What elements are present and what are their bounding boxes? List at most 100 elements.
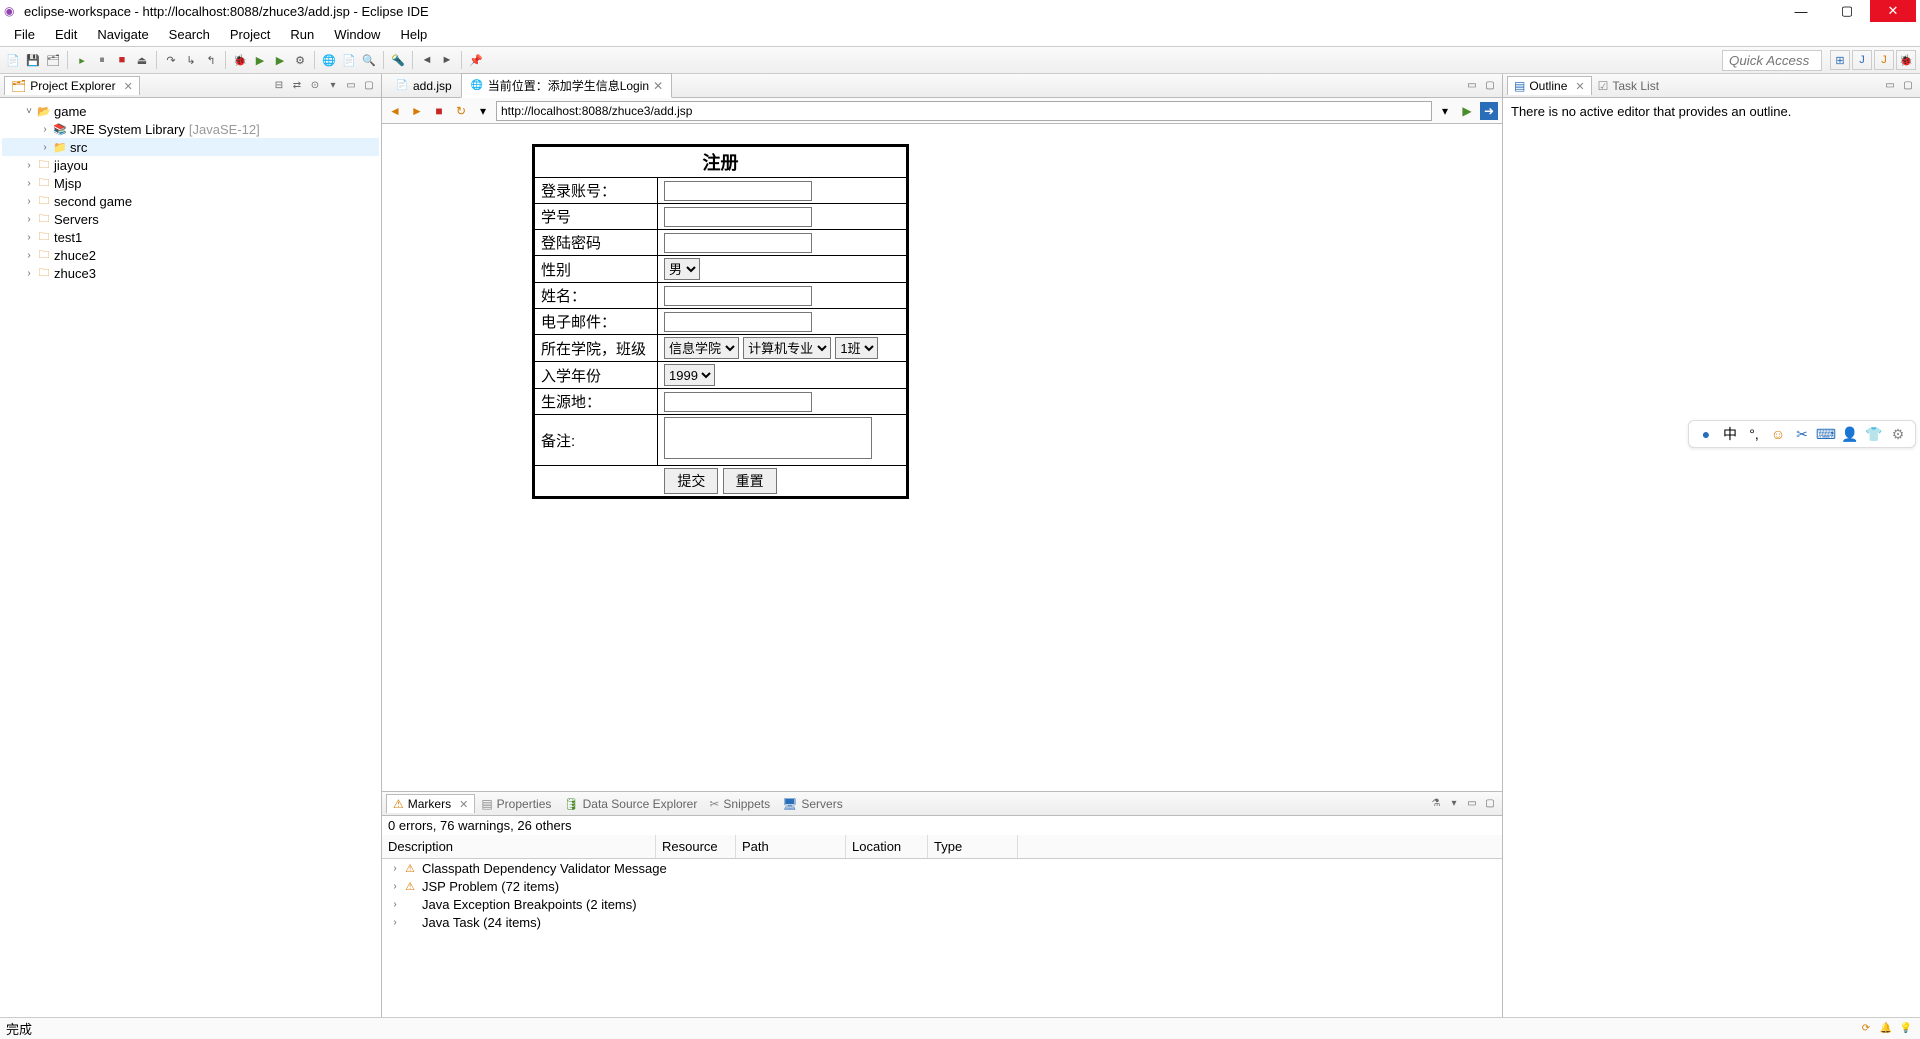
- input-8[interactable]: [664, 392, 812, 412]
- step-into-icon[interactable]: ↳: [182, 51, 200, 69]
- new-jsp-icon[interactable]: 📄: [340, 51, 358, 69]
- view-menu-icon[interactable]: ▾: [1446, 796, 1462, 812]
- menu-navigate[interactable]: Navigate: [87, 27, 158, 42]
- properties-tab[interactable]: ▤ Properties: [475, 795, 557, 813]
- step-over-icon[interactable]: ↷: [162, 51, 180, 69]
- tree-item-game[interactable]: ˅📂game: [2, 102, 379, 120]
- close-icon[interactable]: ✕: [1575, 80, 1584, 93]
- minimize-icon[interactable]: ▭: [1464, 78, 1480, 94]
- markers-col-type[interactable]: Type: [928, 835, 1018, 858]
- new-server-icon[interactable]: 🌐: [320, 51, 338, 69]
- stop-icon[interactable]: ■: [113, 51, 131, 69]
- browser-url-input[interactable]: [496, 101, 1432, 121]
- markers-item[interactable]: ›Java Task (24 items): [382, 913, 1502, 931]
- input-2[interactable]: [664, 233, 812, 253]
- minimize-icon[interactable]: ▭: [1882, 78, 1898, 94]
- close-icon[interactable]: ✕: [653, 79, 663, 93]
- menu-run[interactable]: Run: [280, 27, 324, 42]
- close-button[interactable]: ✕: [1870, 0, 1916, 22]
- tree-item-second-game[interactable]: ›🗀second game: [2, 192, 379, 210]
- menu-edit[interactable]: Edit: [45, 27, 87, 42]
- step-return-icon[interactable]: ↰: [202, 51, 220, 69]
- floating-toolbar[interactable]: ● 中 °, ☺ ✂ ⌨ 👤 👕 ⚙: [1688, 420, 1916, 448]
- select-6-1[interactable]: 计算机专业: [743, 337, 831, 359]
- project-explorer-tab[interactable]: 🗂 Project Explorer ✕: [4, 76, 140, 95]
- tree-item-src[interactable]: ›📁src: [2, 138, 379, 156]
- markers-item[interactable]: ›Java Exception Breakpoints (2 items): [382, 895, 1502, 913]
- link-editor-icon[interactable]: ⇄: [289, 78, 305, 94]
- browser-back-icon[interactable]: ◄: [386, 102, 404, 120]
- tree-item-Servers[interactable]: ›🗀Servers: [2, 210, 379, 228]
- browser-refresh-icon[interactable]: ↻: [452, 102, 470, 120]
- dock-shirt-icon[interactable]: 👕: [1865, 425, 1883, 443]
- maximize-button[interactable]: ▢: [1824, 0, 1870, 22]
- input-0[interactable]: [664, 181, 812, 201]
- focus-icon[interactable]: ⊙: [307, 78, 323, 94]
- select-6-2[interactable]: 1班: [835, 337, 878, 359]
- textarea-9[interactable]: [664, 417, 872, 459]
- view-menu-icon[interactable]: ▾: [325, 78, 341, 94]
- perspective-debug-icon[interactable]: 🐞: [1896, 50, 1916, 70]
- pin-icon[interactable]: 📌: [467, 51, 485, 69]
- dock-emoji-icon[interactable]: ☺: [1769, 425, 1787, 443]
- maximize-icon[interactable]: ▢: [1482, 796, 1498, 812]
- browser-forward-icon[interactable]: ►: [408, 102, 426, 120]
- pause-icon[interactable]: ⏸: [93, 51, 111, 69]
- dock-punct-icon[interactable]: °,: [1745, 425, 1763, 443]
- select-7[interactable]: 1999: [664, 364, 715, 386]
- close-icon[interactable]: ✕: [124, 80, 133, 93]
- dock-scissors-icon[interactable]: ✂: [1793, 425, 1811, 443]
- tree-item-test1[interactable]: ›🗀test1: [2, 228, 379, 246]
- editor-tab-browser[interactable]: 🌐 当前位置：添加学生信息Login ✕: [461, 73, 672, 98]
- dock-cn-icon[interactable]: 中: [1721, 425, 1739, 443]
- browser-stop-icon[interactable]: ■: [430, 102, 448, 120]
- run-last-icon[interactable]: ▶: [271, 51, 289, 69]
- dock-gear-icon[interactable]: ⚙: [1889, 425, 1907, 443]
- debug-icon[interactable]: 🐞: [231, 51, 249, 69]
- menu-help[interactable]: Help: [390, 27, 437, 42]
- maximize-icon[interactable]: ▢: [1482, 78, 1498, 94]
- filter-icon[interactable]: ⚗: [1428, 796, 1444, 812]
- maximize-icon[interactable]: ▢: [1900, 78, 1916, 94]
- tree-item-zhuce2[interactable]: ›🗀zhuce2: [2, 246, 379, 264]
- save-icon[interactable]: 💾: [24, 51, 42, 69]
- input-4[interactable]: [664, 286, 812, 306]
- quick-access-input[interactable]: [1722, 50, 1822, 71]
- menu-project[interactable]: Project: [220, 27, 280, 42]
- input-1[interactable]: [664, 207, 812, 227]
- select-6-0[interactable]: 信息学院: [664, 337, 739, 359]
- dock-qq-icon[interactable]: ●: [1697, 425, 1715, 443]
- perspective-java-icon[interactable]: J: [1874, 50, 1894, 70]
- markers-item[interactable]: ›⚠Classpath Dependency Validator Message: [382, 859, 1502, 877]
- tree-item-jiayou[interactable]: ›🗀jiayou: [2, 156, 379, 174]
- editor-tab-add-jsp[interactable]: 📄 add.jsp: [386, 75, 461, 97]
- forward-icon[interactable]: ►: [438, 51, 456, 69]
- minimize-icon[interactable]: ▭: [1464, 796, 1480, 812]
- minimize-button[interactable]: —: [1778, 0, 1824, 22]
- menu-search[interactable]: Search: [159, 27, 220, 42]
- snippets-tab[interactable]: ✂ Snippets: [703, 795, 776, 813]
- new-icon[interactable]: 📄: [4, 51, 22, 69]
- status-tip-icon[interactable]: 💡: [1898, 1021, 1914, 1037]
- external-tools-icon[interactable]: ⚙: [291, 51, 309, 69]
- input-5[interactable]: [664, 312, 812, 332]
- disconnect-icon[interactable]: ⏏: [133, 51, 151, 69]
- search-icon[interactable]: 🔦: [389, 51, 407, 69]
- tree-item-zhuce3[interactable]: ›🗀zhuce3: [2, 264, 379, 282]
- browser-home-icon[interactable]: ▾: [474, 102, 492, 120]
- save-all-icon[interactable]: 🗂: [44, 51, 62, 69]
- perspective-open-icon[interactable]: ⊞: [1830, 50, 1850, 70]
- markers-col-location[interactable]: Location: [846, 835, 928, 858]
- open-type-icon[interactable]: 🔍: [360, 51, 378, 69]
- dock-keyboard-icon[interactable]: ⌨: [1817, 425, 1835, 443]
- tree-item-JRE-System-Library[interactable]: ›📚JRE System Library[JavaSE-12]: [2, 120, 379, 138]
- tree-item-Mjsp[interactable]: ›🗀Mjsp: [2, 174, 379, 192]
- reset-button[interactable]: 重置: [723, 468, 777, 494]
- minimize-icon[interactable]: ▭: [343, 78, 359, 94]
- markers-col-description[interactable]: Description: [382, 835, 656, 858]
- run-icon[interactable]: ▶: [251, 51, 269, 69]
- menu-window[interactable]: Window: [324, 27, 390, 42]
- resume-icon[interactable]: ▸: [73, 51, 91, 69]
- close-icon[interactable]: ✕: [459, 798, 468, 811]
- browser-go-url-icon[interactable]: ➜: [1480, 102, 1498, 120]
